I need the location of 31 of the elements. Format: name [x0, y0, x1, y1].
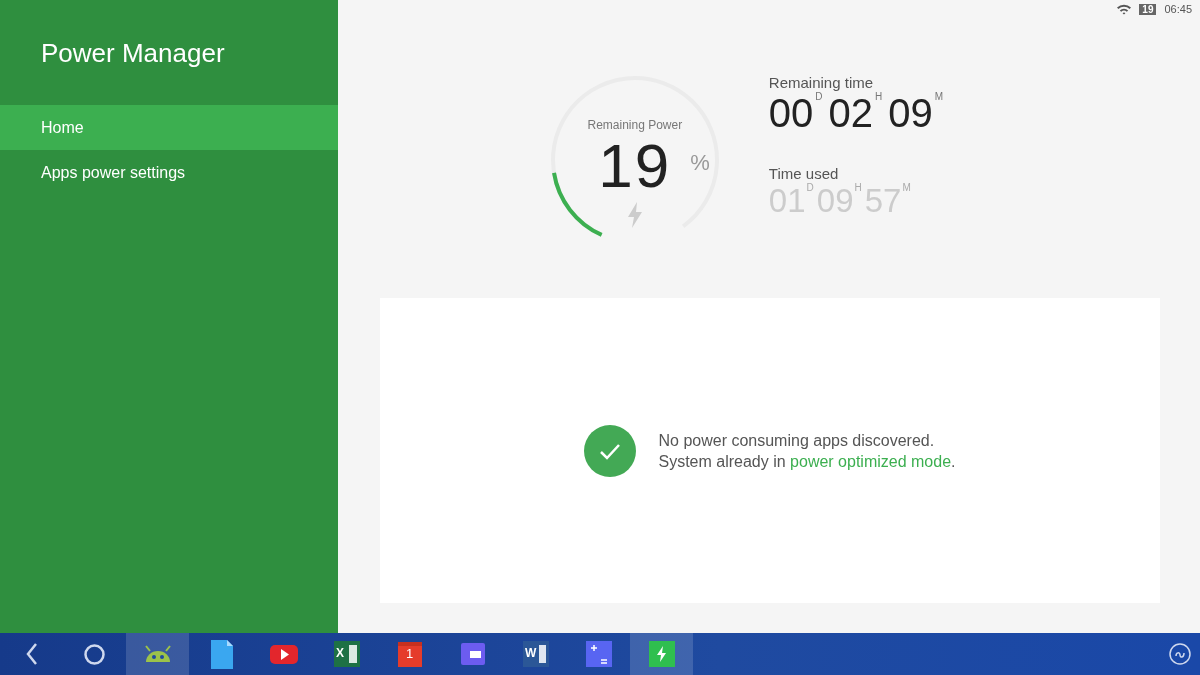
timer-label: Remaining time [768, 74, 875, 91]
wifi-icon [1117, 3, 1132, 15]
timer-value: 00 [768, 91, 814, 135]
percent-sign: % [690, 150, 710, 176]
gauge-label: Remaining Power [587, 118, 683, 132]
circle-icon [1168, 642, 1192, 666]
taskbar-button[interactable]: 1 [378, 633, 441, 675]
timer-unit: D [806, 182, 814, 193]
home-icon [84, 643, 105, 665]
battery-percentage: 19 [598, 131, 672, 200]
battery-level: 19 [1139, 3, 1157, 15]
app-title: Power Manager [40, 37, 226, 67]
sidebar-item[interactable]: Apps power settings [0, 150, 338, 195]
status-message: System already in power optimized mode. [658, 451, 956, 472]
timer-value: 02 [828, 91, 874, 135]
sidebar-item[interactable]: Home [0, 105, 338, 150]
taskbar-button[interactable]: W [504, 633, 567, 675]
timer-value: 09 [888, 91, 933, 135]
timer-label: Time used [768, 165, 840, 182]
timer-unit: M [934, 91, 944, 102]
lightning-icon [627, 202, 642, 228]
timer-unit: H [854, 182, 862, 193]
timer-unit: D [815, 91, 823, 102]
back-icon [25, 642, 38, 666]
timer-unit: H [875, 91, 883, 102]
timer-unit: M [902, 182, 911, 193]
status-message: No power consuming apps discovered. [658, 430, 936, 451]
taskbar-button[interactable]: X [315, 633, 378, 675]
checkmark-icon [584, 424, 637, 477]
mode-link[interactable]: power optimized mode [790, 452, 952, 470]
clock: 06:45 [1164, 3, 1192, 15]
